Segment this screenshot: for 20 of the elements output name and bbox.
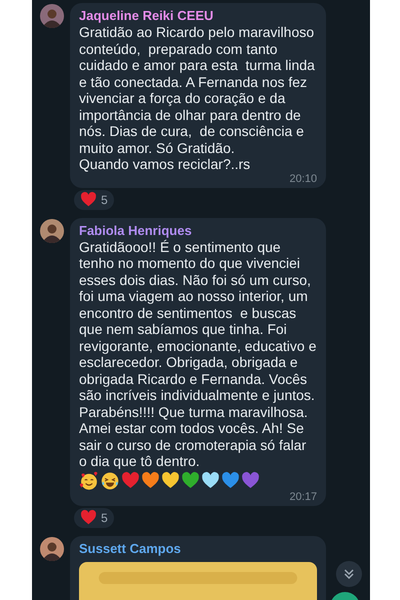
reaction-count: 5 (101, 192, 108, 208)
message-text: Gratidãooo!! É o sentimento que tenho no momento do que vivenciei esses dois dias. Não foi só um curso, foi uma viagem ao nosso interior, um encontro de sentimentos e buscas que nem sabíamos que tinha. Foi revigorante, emocionante, educativo e esclarecedor. Obrigada, obrigada e obrigada Ricardo e Fernanda. Vocês são incríveis individualmente e juntos. Parabéns!!!! Que turma maravilhosa. Amei estar com todos vocês. Ah! Se sair o curso de cromoterapia só falar o dia que tô dentro. (79, 238, 317, 470)
heart-icon (80, 191, 97, 208)
message-time: 20:10 (289, 172, 317, 184)
avatar[interactable] (40, 4, 64, 28)
reaction-chip[interactable]: 5 (74, 508, 114, 528)
sender-name: Sussett Campos (79, 540, 181, 556)
laughing-face-icon (100, 470, 120, 490)
scroll-down-button[interactable] (336, 561, 362, 587)
reaction-chip[interactable]: 5 (74, 190, 114, 210)
message-text: Gratidão ao Ricardo pelo maravilhoso conteúdo, preparado com tanto cuidado e amor para esta turma linda e tão conectada. A Fernanda nos fez vivenciar a força do coração e da importância de olhar para dentro de nós. Dias de cura, de consciência e muito amor. Só Gratidão. Quando vamos reciclar?..rs (79, 24, 316, 172)
avatar[interactable] (40, 536, 64, 560)
double-chevron-down-icon (343, 568, 355, 580)
avatar[interactable] (40, 218, 64, 242)
message-time: 20:17 (289, 490, 317, 502)
sender-name: Jaqueline Reiki CEEU (79, 7, 214, 24)
reaction-count: 5 (101, 510, 108, 526)
smiling-face-with-hearts-icon (79, 470, 99, 490)
sender-name: Fabiola Henriques (79, 222, 192, 238)
heart-icon (80, 509, 97, 526)
